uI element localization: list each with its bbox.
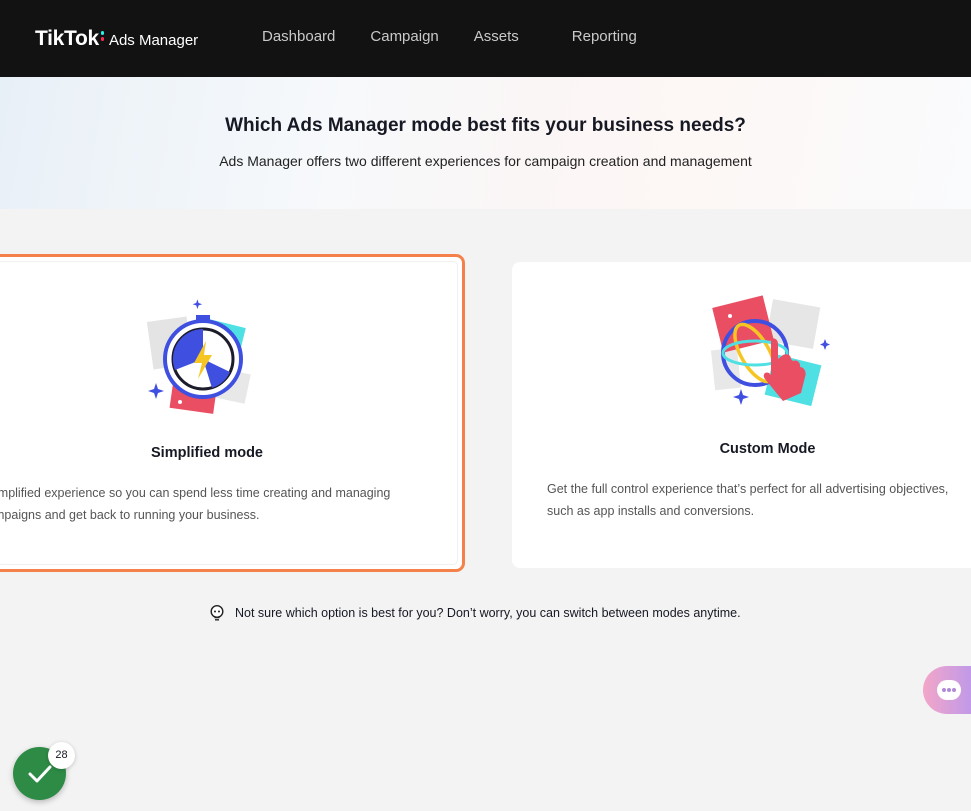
stopwatch-lightning-icon — [146, 299, 251, 414]
task-count-badge: 28 — [48, 742, 75, 769]
page-subtitle: Ads Manager offers two different experie… — [219, 153, 752, 169]
simplified-mode-description: implified experience so you can spend le… — [0, 482, 438, 526]
simplified-mode-title: Simplified mode — [151, 445, 263, 461]
simplified-mode-card[interactable]: Simplified mode implified experience so … — [0, 254, 465, 572]
custom-mode-description-line2: such as app installs and conversions. — [547, 504, 755, 518]
tiktok-ads-manager-logo[interactable]: TikTok Ads Manager — [35, 27, 198, 51]
custom-mode-description: Get the full control experience that’s p… — [547, 478, 971, 522]
nav-dashboard[interactable]: Dashboard — [262, 28, 335, 45]
simplified-mode-description-line2: mpaigns and get back to running your bus… — [0, 508, 260, 522]
lightbulb-icon — [210, 604, 224, 621]
chat-support-button[interactable] — [923, 666, 971, 714]
simplified-mode-description-line1: implified experience so you can spend le… — [0, 486, 391, 500]
page-title: Which Ads Manager mode best fits your bu… — [225, 115, 746, 136]
nav-campaign[interactable]: Campaign — [370, 28, 438, 45]
custom-mode-card[interactable]: Custom Mode Get the full control experie… — [512, 262, 971, 568]
nav-reporting[interactable]: Reporting — [572, 28, 637, 45]
nav-assets[interactable]: Assets — [474, 28, 519, 45]
main-nav: Dashboard Campaign Assets Reporting — [262, 28, 672, 45]
custom-mode-description-line1: Get the full control experience that’s p… — [547, 482, 949, 496]
simplified-mode-card-body: Simplified mode implified experience so … — [0, 262, 457, 564]
hint-text: Not sure which option is best for you? D… — [235, 606, 741, 620]
logo-product-name: Ads Manager — [108, 32, 199, 49]
logo-colon-icon — [100, 29, 105, 44]
custom-mode-title: Custom Mode — [719, 441, 816, 457]
globe-hand-icon — [710, 295, 830, 407]
mode-switch-hint: Not sure which option is best for you? D… — [208, 604, 741, 622]
chat-bubble-icon — [937, 680, 961, 700]
top-nav-bar: TikTok Ads Manager Dashboard Campaign As… — [0, 0, 971, 77]
mode-selection-header: Which Ads Manager mode best fits your bu… — [0, 77, 971, 209]
logo-wordmark: TikTok — [35, 27, 99, 50]
